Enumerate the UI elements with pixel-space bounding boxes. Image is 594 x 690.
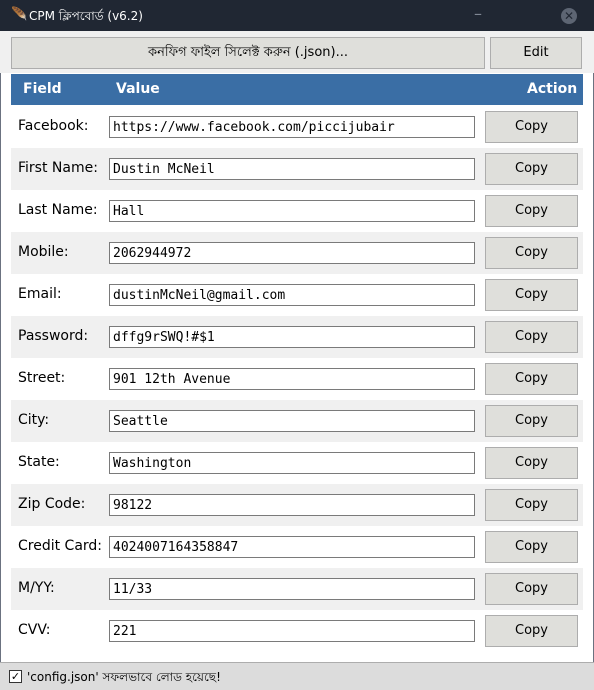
field-label: First Name:	[18, 160, 98, 176]
header-value: Value	[116, 81, 160, 97]
cvv-field[interactable]	[109, 620, 475, 642]
copy-label: Copy	[515, 455, 548, 470]
copy-button[interactable]: Copy	[485, 447, 578, 479]
field-label: Mobile:	[18, 244, 69, 260]
field-label: Street:	[18, 370, 66, 386]
credit-card-field[interactable]	[109, 536, 475, 558]
select-config-button[interactable]: কনফিগ ফাইল সিলেক্ট করুন (.json)...	[11, 37, 485, 69]
edit-label: Edit	[523, 45, 549, 60]
close-button[interactable]: ✕	[561, 8, 577, 24]
copy-button[interactable]: Copy	[485, 111, 578, 143]
field-label: Last Name:	[18, 202, 98, 218]
table-row: Zip Code: Copy	[11, 484, 583, 526]
field-label: Password:	[18, 328, 89, 344]
status-checkbox[interactable]: ✓	[9, 670, 22, 683]
table-row: Credit Card: Copy	[11, 526, 583, 568]
table-row: Password: Copy	[11, 316, 583, 358]
field-label: Facebook:	[18, 118, 89, 134]
table-row: Mobile: Copy	[11, 232, 583, 274]
copy-label: Copy	[515, 539, 548, 554]
field-label: M/YY:	[18, 580, 55, 596]
copy-button[interactable]: Copy	[485, 279, 578, 311]
copy-label: Copy	[515, 371, 548, 386]
window-title: CPM ক্লিপবোর্ড (v6.2)	[29, 9, 143, 23]
facebook-field[interactable]	[109, 116, 475, 138]
table-row: State: Copy	[11, 442, 583, 484]
feather-icon: 🪶	[11, 7, 28, 22]
zip-code-field[interactable]	[109, 494, 475, 516]
city-field[interactable]	[109, 410, 475, 432]
copy-button[interactable]: Copy	[485, 363, 578, 395]
copy-label: Copy	[515, 245, 548, 260]
copy-label: Copy	[515, 329, 548, 344]
copy-label: Copy	[515, 497, 548, 512]
header-action: Action	[527, 81, 578, 97]
copy-label: Copy	[515, 161, 548, 176]
copy-button[interactable]: Copy	[485, 237, 578, 269]
copy-button[interactable]: Copy	[485, 321, 578, 353]
table-row: City: Copy	[11, 400, 583, 442]
table-header: Field Value Action	[11, 74, 583, 105]
copy-button[interactable]: Copy	[485, 195, 578, 227]
minimize-button[interactable]: –	[474, 4, 488, 26]
copy-button[interactable]: Copy	[485, 615, 578, 647]
copy-label: Copy	[515, 623, 548, 638]
copy-button[interactable]: Copy	[485, 153, 578, 185]
header-field: Field	[23, 81, 62, 97]
table-row: Email: Copy	[11, 274, 583, 316]
table-row: Facebook: Copy	[11, 106, 583, 148]
copy-label: Copy	[515, 119, 548, 134]
select-config-label: কনফিগ ফাইল সিলেক্ট করুন (.json)...	[148, 45, 348, 60]
status-text: 'config.json' সফলভাবে লোড হয়েছে!	[27, 670, 221, 684]
first-name-field[interactable]	[109, 158, 475, 180]
copy-button[interactable]: Copy	[485, 531, 578, 563]
field-label: Credit Card:	[18, 538, 103, 554]
table-row: M/YY: Copy	[11, 568, 583, 610]
field-label: Zip Code:	[18, 496, 86, 512]
copy-label: Copy	[515, 413, 548, 428]
field-label: Email:	[18, 286, 62, 302]
mobile-field[interactable]	[109, 242, 475, 264]
copy-label: Copy	[515, 203, 548, 218]
email-field[interactable]	[109, 284, 475, 306]
title-bar: 🪶 CPM ক্লিপবোর্ড (v6.2) – ✕	[0, 0, 594, 31]
table-row: CVV: Copy	[11, 610, 583, 652]
street-field[interactable]	[109, 368, 475, 390]
status-bar: ✓ 'config.json' সফলভাবে লোড হয়েছে!	[0, 662, 594, 690]
copy-label: Copy	[515, 581, 548, 596]
table-row: Street: Copy	[11, 358, 583, 400]
edit-button[interactable]: Edit	[490, 37, 582, 69]
field-label: State:	[18, 454, 60, 470]
last-name-field[interactable]	[109, 200, 475, 222]
copy-button[interactable]: Copy	[485, 573, 578, 605]
expiry-field[interactable]	[109, 578, 475, 600]
copy-button[interactable]: Copy	[485, 405, 578, 437]
copy-label: Copy	[515, 287, 548, 302]
field-label: City:	[18, 412, 50, 428]
copy-button[interactable]: Copy	[485, 489, 578, 521]
table-row: Last Name: Copy	[11, 190, 583, 232]
field-label: CVV:	[18, 622, 51, 638]
table-row: First Name: Copy	[11, 148, 583, 190]
password-field[interactable]	[109, 326, 475, 348]
state-field[interactable]	[109, 452, 475, 474]
